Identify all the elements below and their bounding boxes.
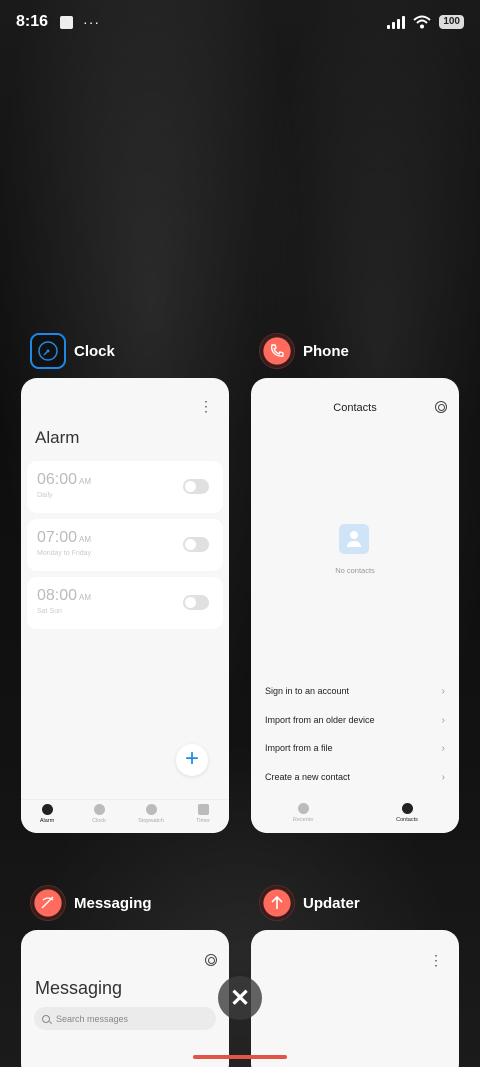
action-import-file[interactable]: Import from a file › — [265, 743, 445, 754]
signal-icon — [387, 15, 406, 29]
app-name: Messaging — [74, 894, 152, 912]
home-indicator[interactable] — [193, 1055, 287, 1059]
wifi-icon — [413, 15, 431, 29]
app-header-updater[interactable]: Updater — [259, 885, 360, 921]
app-header-phone[interactable]: Phone — [259, 333, 349, 369]
page-title: Messaging — [35, 978, 123, 998]
search-input[interactable]: Search messages — [34, 1007, 216, 1030]
alarm-icon — [41, 804, 53, 815]
search-icon — [42, 1014, 50, 1023]
alarm-item[interactable]: 06:00 AM Daily — [27, 461, 223, 513]
contact-placeholder-icon — [339, 524, 369, 554]
clock-nav-icon — [93, 804, 105, 815]
updater-icon — [259, 885, 295, 921]
nav-recents[interactable]: Recents — [251, 799, 355, 833]
more-options-icon[interactable]: ⋮ — [429, 953, 443, 967]
action-sign-in[interactable]: Sign in to an account › — [265, 686, 445, 697]
clock-icon — [30, 333, 66, 369]
bottom-nav: Alarm Clock Stopwatch Timer — [21, 799, 229, 833]
chevron-right-icon: › — [441, 715, 445, 726]
page-title: Contacts — [333, 402, 377, 414]
settings-icon[interactable] — [205, 954, 217, 966]
nav-stopwatch[interactable]: Stopwatch — [125, 800, 177, 833]
phone-nav-icon — [297, 803, 309, 814]
chevron-right-icon: › — [441, 743, 445, 754]
page-title: Alarm — [35, 428, 80, 447]
more-options-icon[interactable]: ⋮ — [199, 399, 213, 413]
app-header-messaging[interactable]: Messaging — [30, 885, 152, 921]
nav-timer[interactable]: Timer — [177, 800, 229, 833]
more-notifications-icon: ··· — [83, 14, 101, 30]
status-time: 8:16 — [16, 13, 49, 30]
app-card-phone[interactable]: Contacts No contacts Sign in to an accou… — [251, 378, 459, 833]
person-icon — [401, 803, 413, 814]
phone-icon — [259, 333, 295, 369]
action-create-contact[interactable]: Create a new contact › — [265, 772, 445, 783]
add-alarm-button[interactable]: + — [176, 744, 208, 776]
empty-state-text: No contacts — [335, 566, 375, 575]
alarm-toggle[interactable] — [183, 595, 209, 610]
clear-all-button[interactable]: ✕ — [218, 976, 262, 1020]
action-import-older-device[interactable]: Import from an older device › — [265, 715, 445, 726]
settings-icon[interactable] — [435, 401, 447, 413]
app-name: Clock — [74, 342, 115, 360]
nav-contacts[interactable]: Contacts — [355, 799, 459, 833]
app-name: Phone — [303, 342, 349, 360]
timer-icon — [197, 804, 209, 815]
app-card-clock[interactable]: ⋮ Alarm 06:00 AM Daily 07:00 AM Monday to … — [21, 378, 229, 833]
chevron-right-icon: › — [441, 686, 445, 697]
alarm-toggle[interactable] — [183, 479, 209, 494]
alarm-toggle[interactable] — [183, 537, 209, 552]
stopwatch-icon — [145, 804, 157, 815]
app-header-clock[interactable]: Clock — [30, 333, 115, 369]
alarm-item[interactable]: 08:00 AM Sat Sun — [27, 577, 223, 629]
bottom-nav: Recents Contacts — [251, 799, 459, 833]
messaging-icon — [30, 885, 66, 921]
app-name: Updater — [303, 894, 360, 912]
battery-icon: 100 — [439, 15, 464, 29]
chevron-right-icon: › — [441, 772, 445, 783]
nav-alarm[interactable]: Alarm — [21, 800, 73, 833]
nav-clock[interactable]: Clock — [73, 800, 125, 833]
alarm-item[interactable]: 07:00 AM Monday to Friday — [27, 519, 223, 571]
notification-icon — [60, 15, 74, 29]
app-card-messaging[interactable]: Messaging Search messages — [21, 930, 229, 1067]
app-card-updater[interactable]: ⋮ — [251, 930, 459, 1067]
status-bar: 8:16 ··· 100 — [0, 0, 480, 44]
